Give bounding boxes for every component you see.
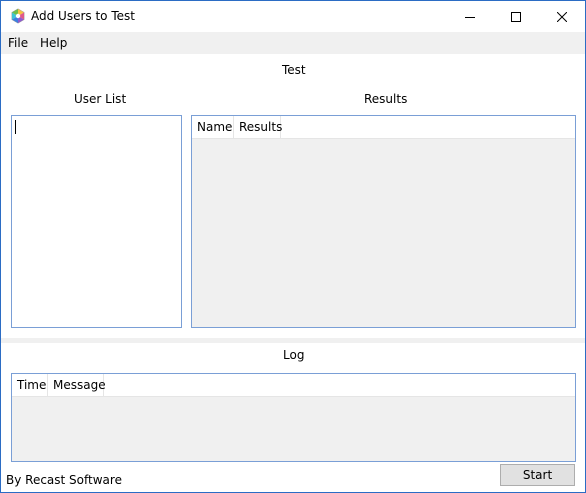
close-icon: [557, 11, 567, 22]
menu-file[interactable]: File: [8, 36, 28, 50]
credit-label: By Recast Software: [6, 473, 122, 487]
window-title: Add Users to Test: [31, 9, 135, 23]
log-header: Time Message: [12, 374, 575, 397]
maximize-button[interactable]: [493, 1, 539, 32]
maximize-icon: [511, 11, 521, 22]
results-list-view[interactable]: Name Results: [191, 115, 576, 328]
user-list-label: User List: [74, 92, 127, 106]
title-bar[interactable]: Add Users to Test: [1, 1, 585, 32]
results-label: Results: [364, 92, 408, 106]
user-list-textbox[interactable]: [11, 115, 182, 328]
start-button[interactable]: Start: [500, 464, 575, 486]
results-header: Name Results: [192, 116, 575, 139]
app-window: Add Users to Test File Help Test User Li…: [0, 0, 586, 493]
start-button-label: Start: [522, 468, 553, 482]
log-list-view[interactable]: Time Message: [11, 373, 576, 462]
results-column-results[interactable]: Results: [234, 116, 282, 138]
menu-help[interactable]: Help: [40, 36, 67, 50]
menu-bar: File Help: [1, 32, 585, 54]
log-title: Log: [283, 348, 305, 362]
test-section-title: Test: [282, 63, 306, 77]
close-button[interactable]: [539, 1, 585, 32]
log-column-message[interactable]: Message: [48, 374, 106, 396]
text-caret: [15, 120, 16, 134]
minimize-icon: [465, 12, 475, 22]
results-column-name[interactable]: Name: [192, 116, 234, 138]
minimize-button[interactable]: [447, 1, 493, 32]
log-column-time[interactable]: Time: [12, 374, 48, 396]
hexagon-app-icon: [10, 8, 26, 24]
section-divider: [1, 338, 585, 343]
